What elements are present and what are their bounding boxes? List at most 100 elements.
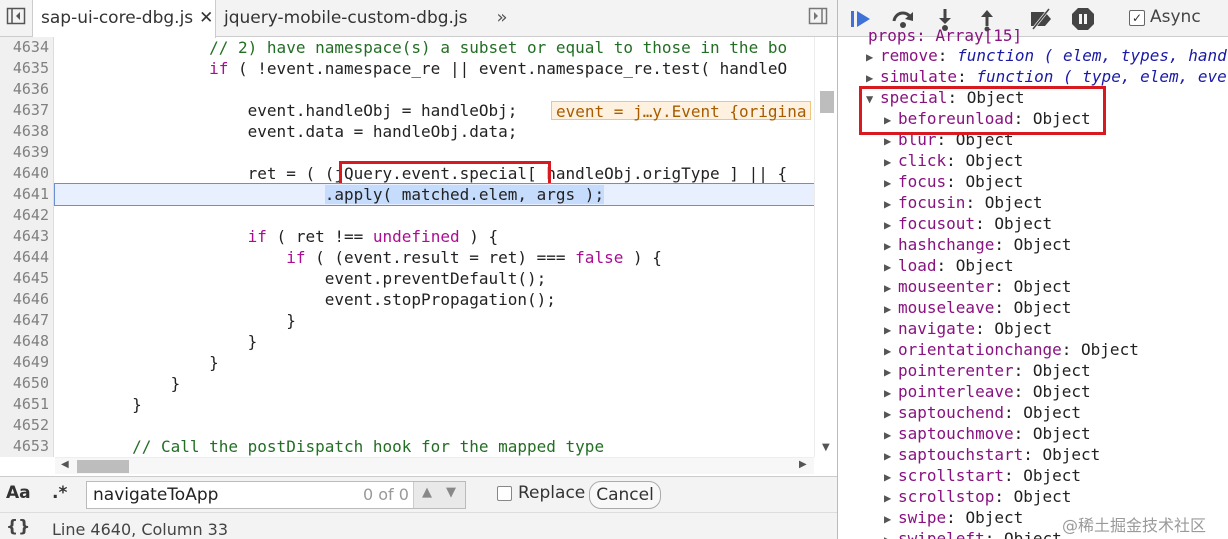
expand-arrow-icon[interactable]: ▶	[884, 278, 898, 299]
line-number[interactable]: 4640	[0, 163, 53, 184]
tree-row-orientationchange[interactable]: ▶ orientationchange: Object	[884, 339, 1139, 360]
tab-jquery-mobile[interactable]: jquery-mobile-custom-dbg.js	[216, 0, 468, 37]
toggle-debugger-icon[interactable]	[806, 6, 830, 30]
line-number[interactable]: 4634	[0, 37, 53, 58]
line-number[interactable]: 4638	[0, 121, 53, 142]
line-number[interactable]: 4635	[0, 58, 53, 79]
code-editor[interactable]: 4634 4635 4636 4637 4638 4639 4640 4641 4642 4643…	[0, 37, 814, 457]
expand-arrow-icon[interactable]: ▶	[884, 404, 898, 425]
double-chevron-right-icon[interactable]: »	[490, 6, 514, 30]
match-case-toggle[interactable]: Aa	[6, 483, 31, 503]
tree-row-saptouchend[interactable]: ▶ saptouchend: Object	[884, 402, 1081, 423]
expand-arrow-icon[interactable]: ▶	[884, 341, 898, 362]
expand-arrow-icon[interactable]: ▶	[884, 194, 898, 215]
cancel-button[interactable]: Cancel	[589, 481, 661, 509]
tree-row-saptouchstart[interactable]: ▶ saptouchstart: Object	[884, 444, 1100, 465]
expand-arrow-icon[interactable]: ▶	[884, 257, 898, 278]
horizontal-scrollbar[interactable]: ◀ ▶	[55, 457, 814, 474]
tree-row-focusin[interactable]: ▶ focusin: Object	[884, 192, 1043, 213]
search-next-icon[interactable]: ▼	[446, 485, 456, 500]
line-number[interactable]: 4648	[0, 331, 53, 352]
line-number[interactable]: 4646	[0, 289, 53, 310]
expand-arrow-icon[interactable]: ▶	[884, 362, 898, 383]
vertical-scrollbar[interactable]: ▼	[814, 37, 837, 457]
tree-row-focusout[interactable]: ▶ focusout: Object	[884, 213, 1052, 234]
line-number[interactable]: 4642	[0, 205, 53, 226]
expand-arrow-icon[interactable]: ▶	[884, 320, 898, 341]
scroll-left-arrow-icon[interactable]: ◀	[61, 459, 69, 470]
tree-row-scrollstop[interactable]: ▶ scrollstop: Object	[884, 486, 1071, 507]
search-box: 0 of 0 ▲ ▼	[86, 481, 466, 509]
tree-row-hashchange[interactable]: ▶ hashchange: Object	[884, 234, 1071, 255]
scrollbar-thumb[interactable]	[77, 460, 129, 473]
expand-arrow-icon[interactable]: ▶	[884, 530, 898, 539]
prop-name: focus	[898, 172, 947, 191]
deactivate-breakpoints-icon[interactable]	[1028, 6, 1054, 32]
prop-value: Object	[965, 151, 1024, 170]
expand-arrow-icon[interactable]: ▶	[884, 173, 898, 194]
tree-row-pointerenter[interactable]: ▶ pointerenter: Object	[884, 360, 1091, 381]
line-number[interactable]: 4641	[0, 184, 53, 205]
pause-on-exceptions-icon[interactable]	[1070, 6, 1096, 32]
line-number[interactable]: 4643	[0, 226, 53, 247]
expand-arrow-icon[interactable]: ▶	[884, 152, 898, 173]
tree-row-saptouchmove[interactable]: ▶ saptouchmove: Object	[884, 423, 1091, 444]
expand-arrow-icon[interactable]: ▶	[884, 446, 898, 467]
line-number[interactable]: 4644	[0, 247, 53, 268]
scroll-down-arrow-icon[interactable]: ▼	[822, 442, 830, 453]
prop-name: focusin	[898, 193, 966, 212]
toggle-navigator-icon[interactable]	[4, 6, 28, 30]
expand-arrow-icon[interactable]: ▶	[884, 299, 898, 320]
expand-arrow-icon[interactable]: ▶	[884, 236, 898, 257]
close-icon[interactable]: ✕	[199, 8, 213, 28]
tree-row-swipeleft[interactable]: ▶swipeleft: Object	[884, 528, 1062, 539]
prop-value: Object	[955, 256, 1014, 275]
tree-row-swipe[interactable]: ▶ swipe: Object	[884, 507, 1023, 528]
scroll-right-arrow-icon[interactable]: ▶	[799, 459, 807, 470]
tree-row-remove[interactable]: ▶ remove: function ( elem, types, hand	[866, 45, 1227, 66]
replace-checkbox[interactable]	[497, 486, 512, 501]
tree-row-click[interactable]: ▶ click: Object	[884, 150, 1023, 171]
search-input[interactable]	[93, 484, 353, 506]
line-number[interactable]: 4647	[0, 310, 53, 331]
expand-arrow-icon[interactable]: ▶	[884, 215, 898, 236]
code-line: if ( !event.namespace_re || event.namesp…	[209, 59, 788, 78]
line-number[interactable]: 4639	[0, 142, 53, 163]
tree-row-pointerleave[interactable]: ▶ pointerleave: Object	[884, 381, 1091, 402]
line-number[interactable]: 4651	[0, 394, 53, 415]
regex-toggle[interactable]: .*	[52, 483, 67, 503]
line-number[interactable]: 4645	[0, 268, 53, 289]
line-number[interactable]: 4652	[0, 415, 53, 436]
tree-row-scrollstart[interactable]: ▶ scrollstart: Object	[884, 465, 1081, 486]
tree-row-props[interactable]: props: Array[15]	[868, 25, 1022, 46]
watermark: @稀土掘金技术社区	[1062, 516, 1207, 535]
prop-name: pointerenter	[898, 361, 1014, 380]
search-prev-icon[interactable]: ▲	[422, 485, 432, 500]
expand-arrow-icon[interactable]: ▶	[884, 467, 898, 488]
tree-row-mouseleave[interactable]: ▶ mouseleave: Object	[884, 297, 1071, 318]
pretty-print-button[interactable]: {}	[6, 517, 30, 537]
line-number[interactable]: 4653	[0, 436, 53, 457]
line-number[interactable]: 4637	[0, 100, 53, 121]
line-number[interactable]: 4649	[0, 352, 53, 373]
expand-arrow-icon[interactable]: ▶	[884, 488, 898, 509]
expand-arrow-icon[interactable]: ▶	[884, 383, 898, 404]
tree-row-load[interactable]: ▶ load: Object	[884, 255, 1014, 276]
expand-arrow-icon[interactable]: ▶	[884, 509, 898, 530]
prop-value: Object	[1032, 382, 1091, 401]
line-number[interactable]: 4636	[0, 79, 53, 100]
async-checkbox[interactable]: ✓	[1129, 10, 1145, 26]
tree-row-mouseenter[interactable]: ▶ mouseenter: Object	[884, 276, 1071, 297]
tree-row-focus[interactable]: ▶ focus: Object	[884, 171, 1023, 192]
line-gutter[interactable]: 4634 4635 4636 4637 4638 4639 4640 4641 4642 4643…	[0, 37, 54, 457]
tab-sap-ui-core[interactable]: sap-ui-core-dbg.js ✕	[32, 0, 216, 38]
code-lines[interactable]: // 2) have namespace(s) a subset or equa…	[54, 37, 814, 457]
scrollbar-thumb[interactable]	[820, 91, 834, 113]
tree-row-simulate[interactable]: ▶ simulate: function ( type, elem, eve	[866, 66, 1227, 87]
expand-arrow-icon[interactable]: ▶	[884, 425, 898, 446]
line-number[interactable]: 4650	[0, 373, 53, 394]
tree-row-navigate[interactable]: ▶ navigate: Object	[884, 318, 1052, 339]
expand-arrow-icon[interactable]: ▶	[866, 47, 880, 68]
prop-name: scrollstop	[898, 487, 995, 506]
prop-name: simulate	[880, 67, 958, 86]
